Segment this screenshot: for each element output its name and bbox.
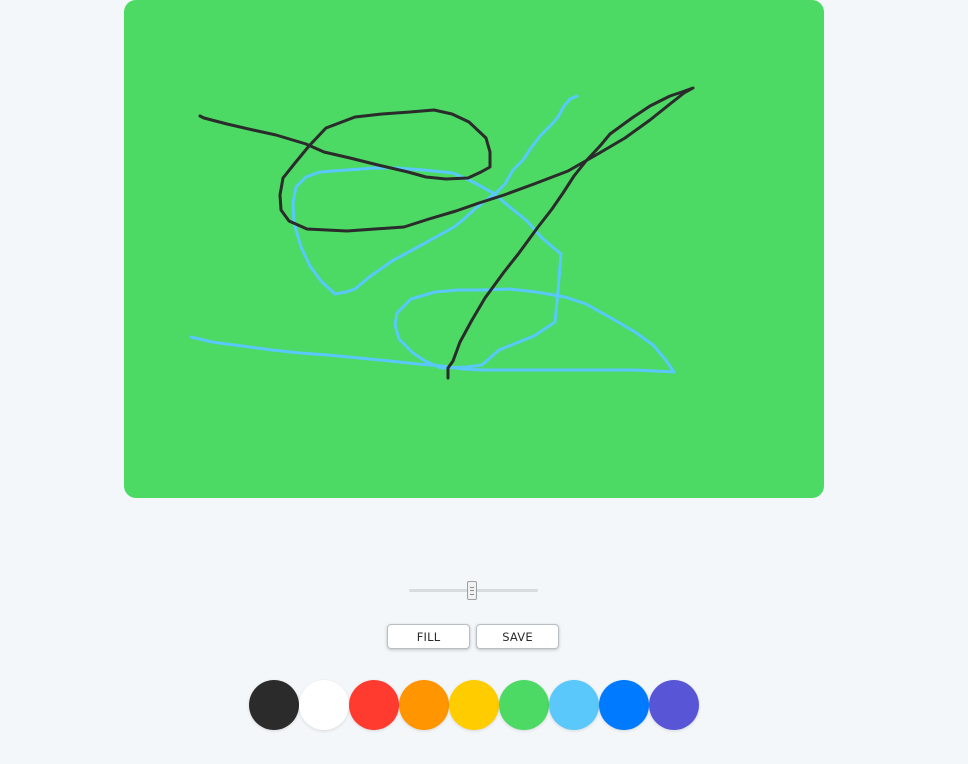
slider-thumb[interactable]: [467, 581, 477, 600]
color-swatch-red[interactable]: [349, 680, 399, 730]
color-swatch-blue[interactable]: [599, 680, 649, 730]
color-swatch-light-blue[interactable]: [549, 680, 599, 730]
color-swatch-orange[interactable]: [399, 680, 449, 730]
fill-button[interactable]: FILL: [387, 624, 470, 649]
drawing-surface[interactable]: [124, 0, 824, 498]
grip-icon: [470, 586, 474, 595]
brush-size-slider[interactable]: [409, 580, 539, 602]
color-swatch-white[interactable]: [299, 680, 349, 730]
color-swatch-purple[interactable]: [649, 680, 699, 730]
canvas-background: [124, 0, 824, 498]
save-button[interactable]: SAVE: [476, 624, 559, 649]
drawing-canvas[interactable]: [124, 0, 824, 498]
color-swatch-green[interactable]: [499, 680, 549, 730]
color-palette: [249, 680, 699, 730]
color-swatch-yellow[interactable]: [449, 680, 499, 730]
color-swatch-black[interactable]: [249, 680, 299, 730]
